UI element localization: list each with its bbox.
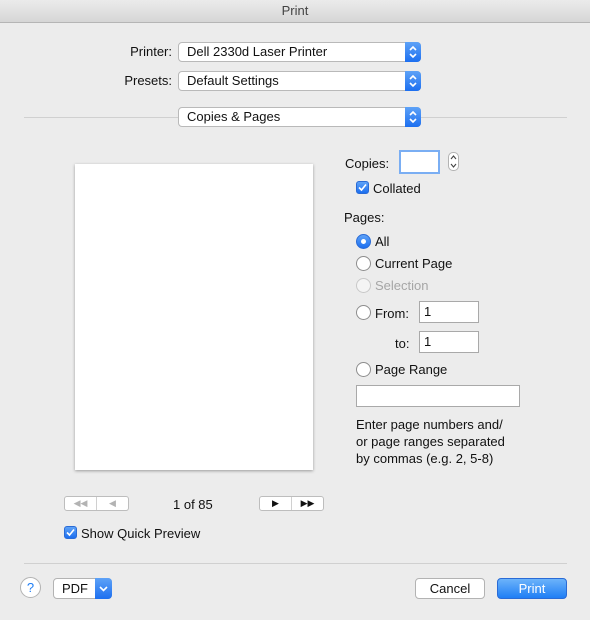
page-range-help-text: Enter page numbers and/ or page ranges s… [356,416,546,467]
pages-range-label: Page Range [375,362,448,377]
stepper-arrows-icon [450,155,457,168]
presets-label: Presets: [124,73,172,88]
pages-current-label: Current Page [375,256,453,271]
pages-current-radio[interactable] [356,256,371,271]
quick-preview-checkbox[interactable] [64,526,77,539]
first-page-icon: ◀◀ [73,498,88,508]
pages-from-radio[interactable] [356,305,371,320]
page-indicator: 1 of 85 [173,497,213,512]
checkmark-icon [66,528,75,537]
printer-label: Printer: [130,44,172,59]
pages-range-field[interactable] [356,385,520,407]
quick-preview-label: Show Quick Preview [81,526,201,541]
window-title-bar: Print [0,0,590,23]
window-title: Print [281,3,309,18]
printer-popup[interactable]: Dell 2330d Laser Printer [178,42,421,62]
help-text-line: by commas (e.g. 2, 5-8) [356,451,494,466]
preview-back-nav: ◀◀ ◀ [64,496,129,511]
pages-from-label: From: [375,306,409,321]
help-text-line: Enter page numbers and/ [356,417,503,432]
presets-popup[interactable]: Default Settings [178,71,421,91]
pages-all-label: All [375,234,390,249]
section-value: Copies & Pages [187,109,281,124]
checkmark-icon [358,183,367,192]
popup-arrows-icon [405,71,421,91]
pages-to-label: to: [395,336,410,351]
presets-value: Default Settings [187,73,279,88]
section-popup[interactable]: Copies & Pages [178,107,421,127]
printer-value: Dell 2330d Laser Printer [187,44,328,59]
pages-from-field[interactable]: 1 [419,301,479,323]
last-page-button[interactable]: ▶▶ [291,497,323,510]
pdf-label: PDF [62,581,88,596]
copies-field[interactable] [399,150,440,174]
pages-all-radio[interactable] [356,234,371,249]
copies-stepper[interactable] [448,152,459,171]
collated-label: Collated [373,181,421,196]
page-preview [75,164,313,470]
popup-arrows-icon [405,107,421,127]
pages-label: Pages: [344,210,385,225]
cancel-button[interactable]: Cancel [415,578,485,599]
popup-arrows-icon [405,42,421,62]
previous-page-icon: ◀ [96,497,128,510]
help-button[interactable]: ? [20,577,41,598]
next-page-button[interactable]: ▶ [260,497,291,510]
collated-checkbox[interactable] [356,181,369,194]
print-button[interactable]: Print [497,578,567,599]
help-text-line: or page ranges separated [356,434,505,449]
preview-forward-nav: ▶ ▶▶ [259,496,324,511]
pdf-menu-button[interactable]: PDF [53,578,112,599]
pages-selection-radio [356,278,371,293]
pages-to-field[interactable]: 1 [419,331,479,353]
copies-label: Copies: [345,156,390,171]
pages-selection-label: Selection [375,278,429,293]
footer-separator [24,563,567,564]
chevron-down-icon [95,578,112,599]
pages-range-radio[interactable] [356,362,371,377]
